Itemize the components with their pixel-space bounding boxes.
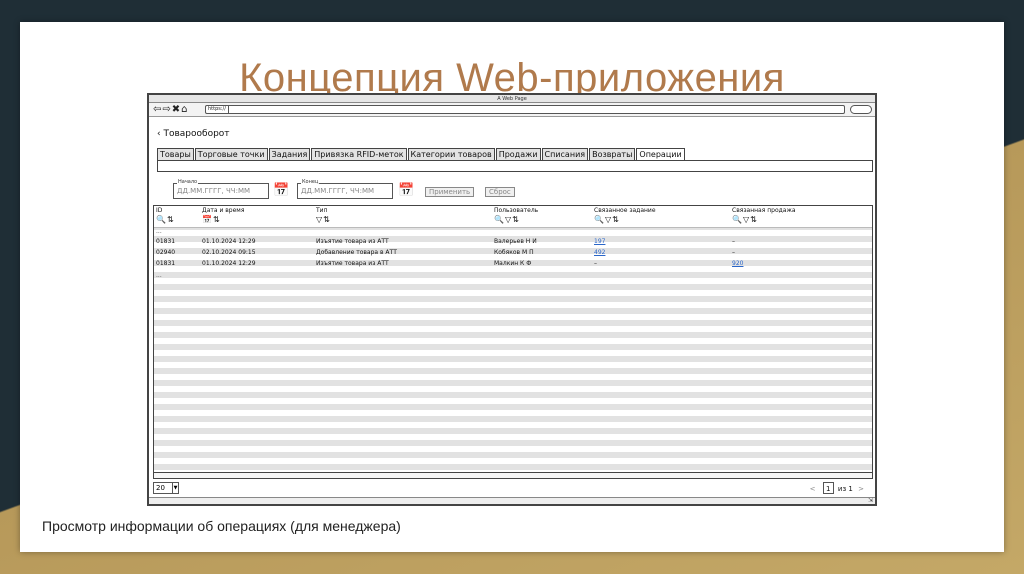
start-date-input[interactable]: ДД.ММ.ГГГГ, ЧЧ:ММ <box>173 183 269 199</box>
cell-user: Валерьев Н И <box>494 238 537 245</box>
tab-bar: Товары Торговые точки Задания Привязка R… <box>157 148 686 161</box>
cell-datetime: 01.10.2024 12:29 <box>202 260 256 267</box>
operations-table: ID 🔍⇅ Дата и время 📅⇅ Тип ▽⇅ Пользовател… <box>153 205 873 473</box>
column-header: Пользователь <box>494 207 539 214</box>
column-header: Дата и время <box>202 207 245 214</box>
ellipsis: ... <box>156 272 162 279</box>
address-bar[interactable]: https:// <box>205 105 845 114</box>
column-tools[interactable]: 🔍▽⇅ <box>594 215 620 224</box>
browser-nav-icons[interactable]: ⇦⇨✖⌂ <box>153 104 188 116</box>
tab-products[interactable]: Товары <box>157 148 194 160</box>
address-row: ⇦⇨✖⌂ https:// <box>149 103 875 117</box>
page-size-value: 20 <box>156 484 165 492</box>
reset-button[interactable]: Сброс <box>485 187 515 197</box>
cell-task-link[interactable]: 197 <box>594 238 605 245</box>
current-page-input[interactable]: 1 <box>822 482 834 494</box>
cell-sale: – <box>732 249 735 256</box>
cell-id: 01831 <box>156 238 176 245</box>
of-label: из <box>837 485 847 493</box>
slide: Концепция Web-приложения A Web Page ⇦⇨✖⌂… <box>20 22 1004 552</box>
column-tools[interactable]: 🔍⇅ <box>156 215 175 224</box>
ellipsis: ... <box>156 228 162 235</box>
prev-page-button[interactable]: < <box>807 485 819 493</box>
cell-task: – <box>594 260 597 267</box>
column-tools[interactable]: ▽⇅ <box>316 215 331 224</box>
chevron-left-icon[interactable]: ‹ <box>157 129 161 139</box>
tab-outlets[interactable]: Торговые точки <box>194 148 268 160</box>
cell-datetime: 01.10.2024 12:29 <box>202 238 256 245</box>
cell-type: Изъятие товара из АТТ <box>316 238 389 245</box>
calendar-clock-icon[interactable]: 📅 <box>273 183 291 199</box>
column-tools[interactable]: 🔍▽⇅ <box>732 215 758 224</box>
tab-writeoffs[interactable]: Списания <box>541 148 589 160</box>
table-row[interactable]: 01831 01.10.2024 12:29 Изъятие товара из… <box>154 237 872 248</box>
page-header: ‹ Товарооборот <box>157 129 230 139</box>
mockup-window: A Web Page ⇦⇨✖⌂ https:// ‹ Товарооборот … <box>147 93 877 506</box>
end-date-label: Конец <box>301 179 320 185</box>
column-header: Тип <box>316 207 328 214</box>
window-title: A Web Page <box>149 95 875 103</box>
cell-id: 02940 <box>156 249 176 256</box>
column-tools[interactable]: 🔍▽⇅ <box>494 215 520 224</box>
chevron-down-icon[interactable]: ▼ <box>172 483 178 493</box>
tab-returns[interactable]: Возвраты <box>589 148 636 160</box>
tab-tasks[interactable]: Задания <box>268 148 311 160</box>
total-pages: 1 <box>848 485 853 493</box>
cell-datetime: 02.10.2024 09:15 <box>202 249 256 256</box>
tab-rfid[interactable]: Привязка RFID-меток <box>311 148 407 160</box>
cell-sale-link[interactable]: 920 <box>732 260 743 267</box>
tab-content-bar <box>157 160 873 172</box>
start-date-label: Начало <box>177 179 199 185</box>
cell-type: Изъятие товара из АТТ <box>316 260 389 267</box>
slide-caption: Просмотр информации об операциях (для ме… <box>42 518 401 534</box>
next-page-button[interactable]: > <box>855 485 867 493</box>
horizontal-scrollbar[interactable] <box>153 473 873 479</box>
calendar-clock-icon[interactable]: 📅 <box>398 183 416 199</box>
cell-user: Малкин К Ф <box>494 260 532 267</box>
browser-search-field[interactable] <box>850 105 872 114</box>
column-tools[interactable]: 📅⇅ <box>202 215 221 224</box>
end-date-input[interactable]: ДД.ММ.ГГГГ, ЧЧ:ММ <box>297 183 393 199</box>
table-row[interactable]: 02940 02.10.2024 09:15 Добавление товара… <box>154 248 872 259</box>
table-row[interactable]: 01831 01.10.2024 12:29 Изъятие товара из… <box>154 259 872 270</box>
cell-type: Добавление товара в АТТ <box>316 249 397 256</box>
apply-button[interactable]: Применить <box>425 187 475 197</box>
cell-sale: – <box>732 238 735 245</box>
page-size-select[interactable]: 20 ▼ <box>153 482 179 494</box>
column-header: Связанная продажа <box>732 207 796 214</box>
tab-categories[interactable]: Категории товаров <box>407 148 495 160</box>
page-title: Товарооборот <box>163 129 230 139</box>
column-header: ID <box>156 207 163 214</box>
column-header: Связанное задание <box>594 207 656 214</box>
pagination: < 1 из 1 > <box>807 482 867 495</box>
tab-sales[interactable]: Продажи <box>495 148 541 160</box>
cell-task-link[interactable]: 492 <box>594 249 605 256</box>
table-header: ID 🔍⇅ Дата и время 📅⇅ Тип ▽⇅ Пользовател… <box>154 206 872 228</box>
resize-grip-icon[interactable]: ⇲ <box>868 497 873 504</box>
address-text: https:// <box>206 106 229 113</box>
cell-id: 01831 <box>156 260 176 267</box>
cell-user: Кобяков М П <box>494 249 534 256</box>
window-status-bar: ⇲ <box>149 497 875 504</box>
